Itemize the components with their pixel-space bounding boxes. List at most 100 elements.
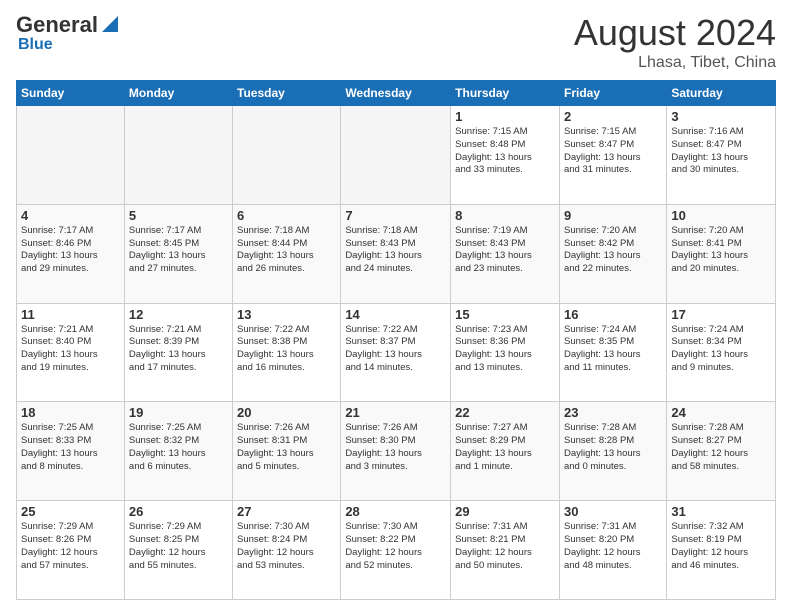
day-info: Sunrise: 7:23 AM Sunset: 8:36 PM Dayligh… (455, 324, 555, 375)
day-info: Sunrise: 7:20 AM Sunset: 8:41 PM Dayligh… (671, 225, 771, 276)
day-number: 5 (129, 208, 228, 223)
day-info: Sunrise: 7:17 AM Sunset: 8:46 PM Dayligh… (21, 225, 120, 276)
day-number: 7 (345, 208, 446, 223)
day-number: 27 (237, 504, 336, 519)
day-info: Sunrise: 7:29 AM Sunset: 8:25 PM Dayligh… (129, 521, 228, 572)
calendar-day-30: 30Sunrise: 7:31 AM Sunset: 8:20 PM Dayli… (559, 501, 666, 600)
logo-general: General (16, 12, 98, 38)
day-info: Sunrise: 7:28 AM Sunset: 8:27 PM Dayligh… (671, 422, 771, 473)
day-info: Sunrise: 7:30 AM Sunset: 8:22 PM Dayligh… (345, 521, 446, 572)
calendar-day-10: 10 Sunrise: 7:20 AM Sunset: 8:41 PM Dayli… (667, 204, 776, 303)
day-number: 16 (564, 307, 662, 322)
calendar-table: SundayMondayTuesdayWednesdayThursdayFrid… (16, 80, 776, 600)
calendar-day-12: 12 Sunrise: 7:21 AM Sunset: 8:39 PM Dayli… (124, 303, 232, 402)
day-number: 24 (671, 405, 771, 420)
calendar-day-1: 1 Sunrise: 7:15 AM Sunset: 8:48 PM Daylig… (451, 106, 560, 205)
empty-cell (124, 106, 232, 205)
day-info: Sunrise: 7:15 AM Sunset: 8:48 PM Dayligh… (455, 126, 555, 177)
col-header-thursday: Thursday (451, 81, 560, 106)
day-number: 10 (671, 208, 771, 223)
calendar-day-18: 18 Sunrise: 7:25 AM Sunset: 8:33 PM Dayli… (17, 402, 125, 501)
col-header-friday: Friday (559, 81, 666, 106)
day-info: Sunrise: 7:16 AM Sunset: 8:47 PM Dayligh… (671, 126, 771, 177)
calendar-day-17: 17 Sunrise: 7:24 AM Sunset: 8:34 PM Dayli… (667, 303, 776, 402)
calendar-week-4: 18 Sunrise: 7:25 AM Sunset: 8:33 PM Dayli… (17, 402, 776, 501)
calendar-week-5: 25 Sunrise: 7:29 AM Sunset: 8:26 PM Dayli… (17, 501, 776, 600)
day-number: 25 (21, 504, 120, 519)
day-number: 26 (129, 504, 228, 519)
calendar-day-25: 25 Sunrise: 7:29 AM Sunset: 8:26 PM Dayli… (17, 501, 125, 600)
day-number: 22 (455, 405, 555, 420)
day-info: Sunrise: 7:18 AM Sunset: 8:44 PM Dayligh… (237, 225, 336, 276)
logo: General Blue (16, 12, 120, 54)
calendar-day-16: 16 Sunrise: 7:24 AM Sunset: 8:35 PM Dayli… (559, 303, 666, 402)
day-number: 4 (21, 208, 120, 223)
logo-blue: Blue (18, 36, 53, 54)
day-info: Sunrise: 7:31 AM Sunset: 8:20 PM Dayligh… (564, 521, 662, 572)
calendar-day-7: 7 Sunrise: 7:18 AM Sunset: 8:43 PM Daylig… (341, 204, 451, 303)
day-number: 11 (21, 307, 120, 322)
calendar-day-27: 27Sunrise: 7:30 AM Sunset: 8:24 PM Dayli… (233, 501, 341, 600)
col-header-wednesday: Wednesday (341, 81, 451, 106)
day-info: Sunrise: 7:21 AM Sunset: 8:39 PM Dayligh… (129, 324, 228, 375)
day-info: Sunrise: 7:32 AM Sunset: 8:19 PM Dayligh… (671, 521, 771, 572)
calendar-day-6: 6 Sunrise: 7:18 AM Sunset: 8:44 PM Daylig… (233, 204, 341, 303)
col-header-tuesday: Tuesday (233, 81, 341, 106)
calendar-day-8: 8 Sunrise: 7:19 AM Sunset: 8:43 PM Daylig… (451, 204, 560, 303)
day-number: 3 (671, 109, 771, 124)
day-info: Sunrise: 7:21 AM Sunset: 8:40 PM Dayligh… (21, 324, 120, 375)
calendar-day-2: 2 Sunrise: 7:15 AM Sunset: 8:47 PM Daylig… (559, 106, 666, 205)
day-info: Sunrise: 7:22 AM Sunset: 8:37 PM Dayligh… (345, 324, 446, 375)
calendar-day-24: 24 Sunrise: 7:28 AM Sunset: 8:27 PM Dayli… (667, 402, 776, 501)
day-number: 29 (455, 504, 555, 519)
calendar-day-19: 19 Sunrise: 7:25 AM Sunset: 8:32 PM Dayli… (124, 402, 232, 501)
empty-cell (17, 106, 125, 205)
day-number: 18 (21, 405, 120, 420)
calendar-day-9: 9 Sunrise: 7:20 AM Sunset: 8:42 PM Daylig… (559, 204, 666, 303)
calendar-day-21: 21 Sunrise: 7:26 AM Sunset: 8:30 PM Dayli… (341, 402, 451, 501)
day-number: 21 (345, 405, 446, 420)
day-info: Sunrise: 7:18 AM Sunset: 8:43 PM Dayligh… (345, 225, 446, 276)
calendar-day-22: 22 Sunrise: 7:27 AM Sunset: 8:29 PM Dayli… (451, 402, 560, 501)
calendar-day-13: 13 Sunrise: 7:22 AM Sunset: 8:38 PM Dayli… (233, 303, 341, 402)
calendar-day-4: 4 Sunrise: 7:17 AM Sunset: 8:46 PM Daylig… (17, 204, 125, 303)
day-info: Sunrise: 7:29 AM Sunset: 8:26 PM Dayligh… (21, 521, 120, 572)
calendar-day-11: 11 Sunrise: 7:21 AM Sunset: 8:40 PM Dayli… (17, 303, 125, 402)
day-number: 9 (564, 208, 662, 223)
day-info: Sunrise: 7:22 AM Sunset: 8:38 PM Dayligh… (237, 324, 336, 375)
day-number: 23 (564, 405, 662, 420)
day-info: Sunrise: 7:19 AM Sunset: 8:43 PM Dayligh… (455, 225, 555, 276)
day-number: 8 (455, 208, 555, 223)
day-info: Sunrise: 7:26 AM Sunset: 8:30 PM Dayligh… (345, 422, 446, 473)
day-number: 6 (237, 208, 336, 223)
day-number: 2 (564, 109, 662, 124)
day-number: 1 (455, 109, 555, 124)
day-info: Sunrise: 7:25 AM Sunset: 8:33 PM Dayligh… (21, 422, 120, 473)
day-number: 19 (129, 405, 228, 420)
day-number: 14 (345, 307, 446, 322)
day-info: Sunrise: 7:24 AM Sunset: 8:35 PM Dayligh… (564, 324, 662, 375)
day-info: Sunrise: 7:20 AM Sunset: 8:42 PM Dayligh… (564, 225, 662, 276)
day-number: 12 (129, 307, 228, 322)
calendar-day-15: 15 Sunrise: 7:23 AM Sunset: 8:36 PM Dayli… (451, 303, 560, 402)
empty-cell (341, 106, 451, 205)
day-info: Sunrise: 7:27 AM Sunset: 8:29 PM Dayligh… (455, 422, 555, 473)
calendar-week-1: 1 Sunrise: 7:15 AM Sunset: 8:48 PM Daylig… (17, 106, 776, 205)
day-info: Sunrise: 7:24 AM Sunset: 8:34 PM Dayligh… (671, 324, 771, 375)
col-header-monday: Monday (124, 81, 232, 106)
month-year-title: August 2024 (574, 12, 776, 54)
day-number: 31 (671, 504, 771, 519)
day-number: 13 (237, 307, 336, 322)
day-number: 17 (671, 307, 771, 322)
day-info: Sunrise: 7:15 AM Sunset: 8:47 PM Dayligh… (564, 126, 662, 177)
day-number: 15 (455, 307, 555, 322)
header: General Blue August 2024 Lhasa, Tibet, C… (16, 12, 776, 72)
day-info: Sunrise: 7:31 AM Sunset: 8:21 PM Dayligh… (455, 521, 555, 572)
page: General Blue August 2024 Lhasa, Tibet, C… (0, 0, 792, 612)
day-info: Sunrise: 7:25 AM Sunset: 8:32 PM Dayligh… (129, 422, 228, 473)
calendar-header-row: SundayMondayTuesdayWednesdayThursdayFrid… (17, 81, 776, 106)
calendar-day-31: 31 Sunrise: 7:32 AM Sunset: 8:19 PM Dayli… (667, 501, 776, 600)
calendar-day-23: 23Sunrise: 7:28 AM Sunset: 8:28 PM Dayli… (559, 402, 666, 501)
logo-triangle-icon (100, 14, 120, 34)
calendar-week-2: 4 Sunrise: 7:17 AM Sunset: 8:46 PM Daylig… (17, 204, 776, 303)
